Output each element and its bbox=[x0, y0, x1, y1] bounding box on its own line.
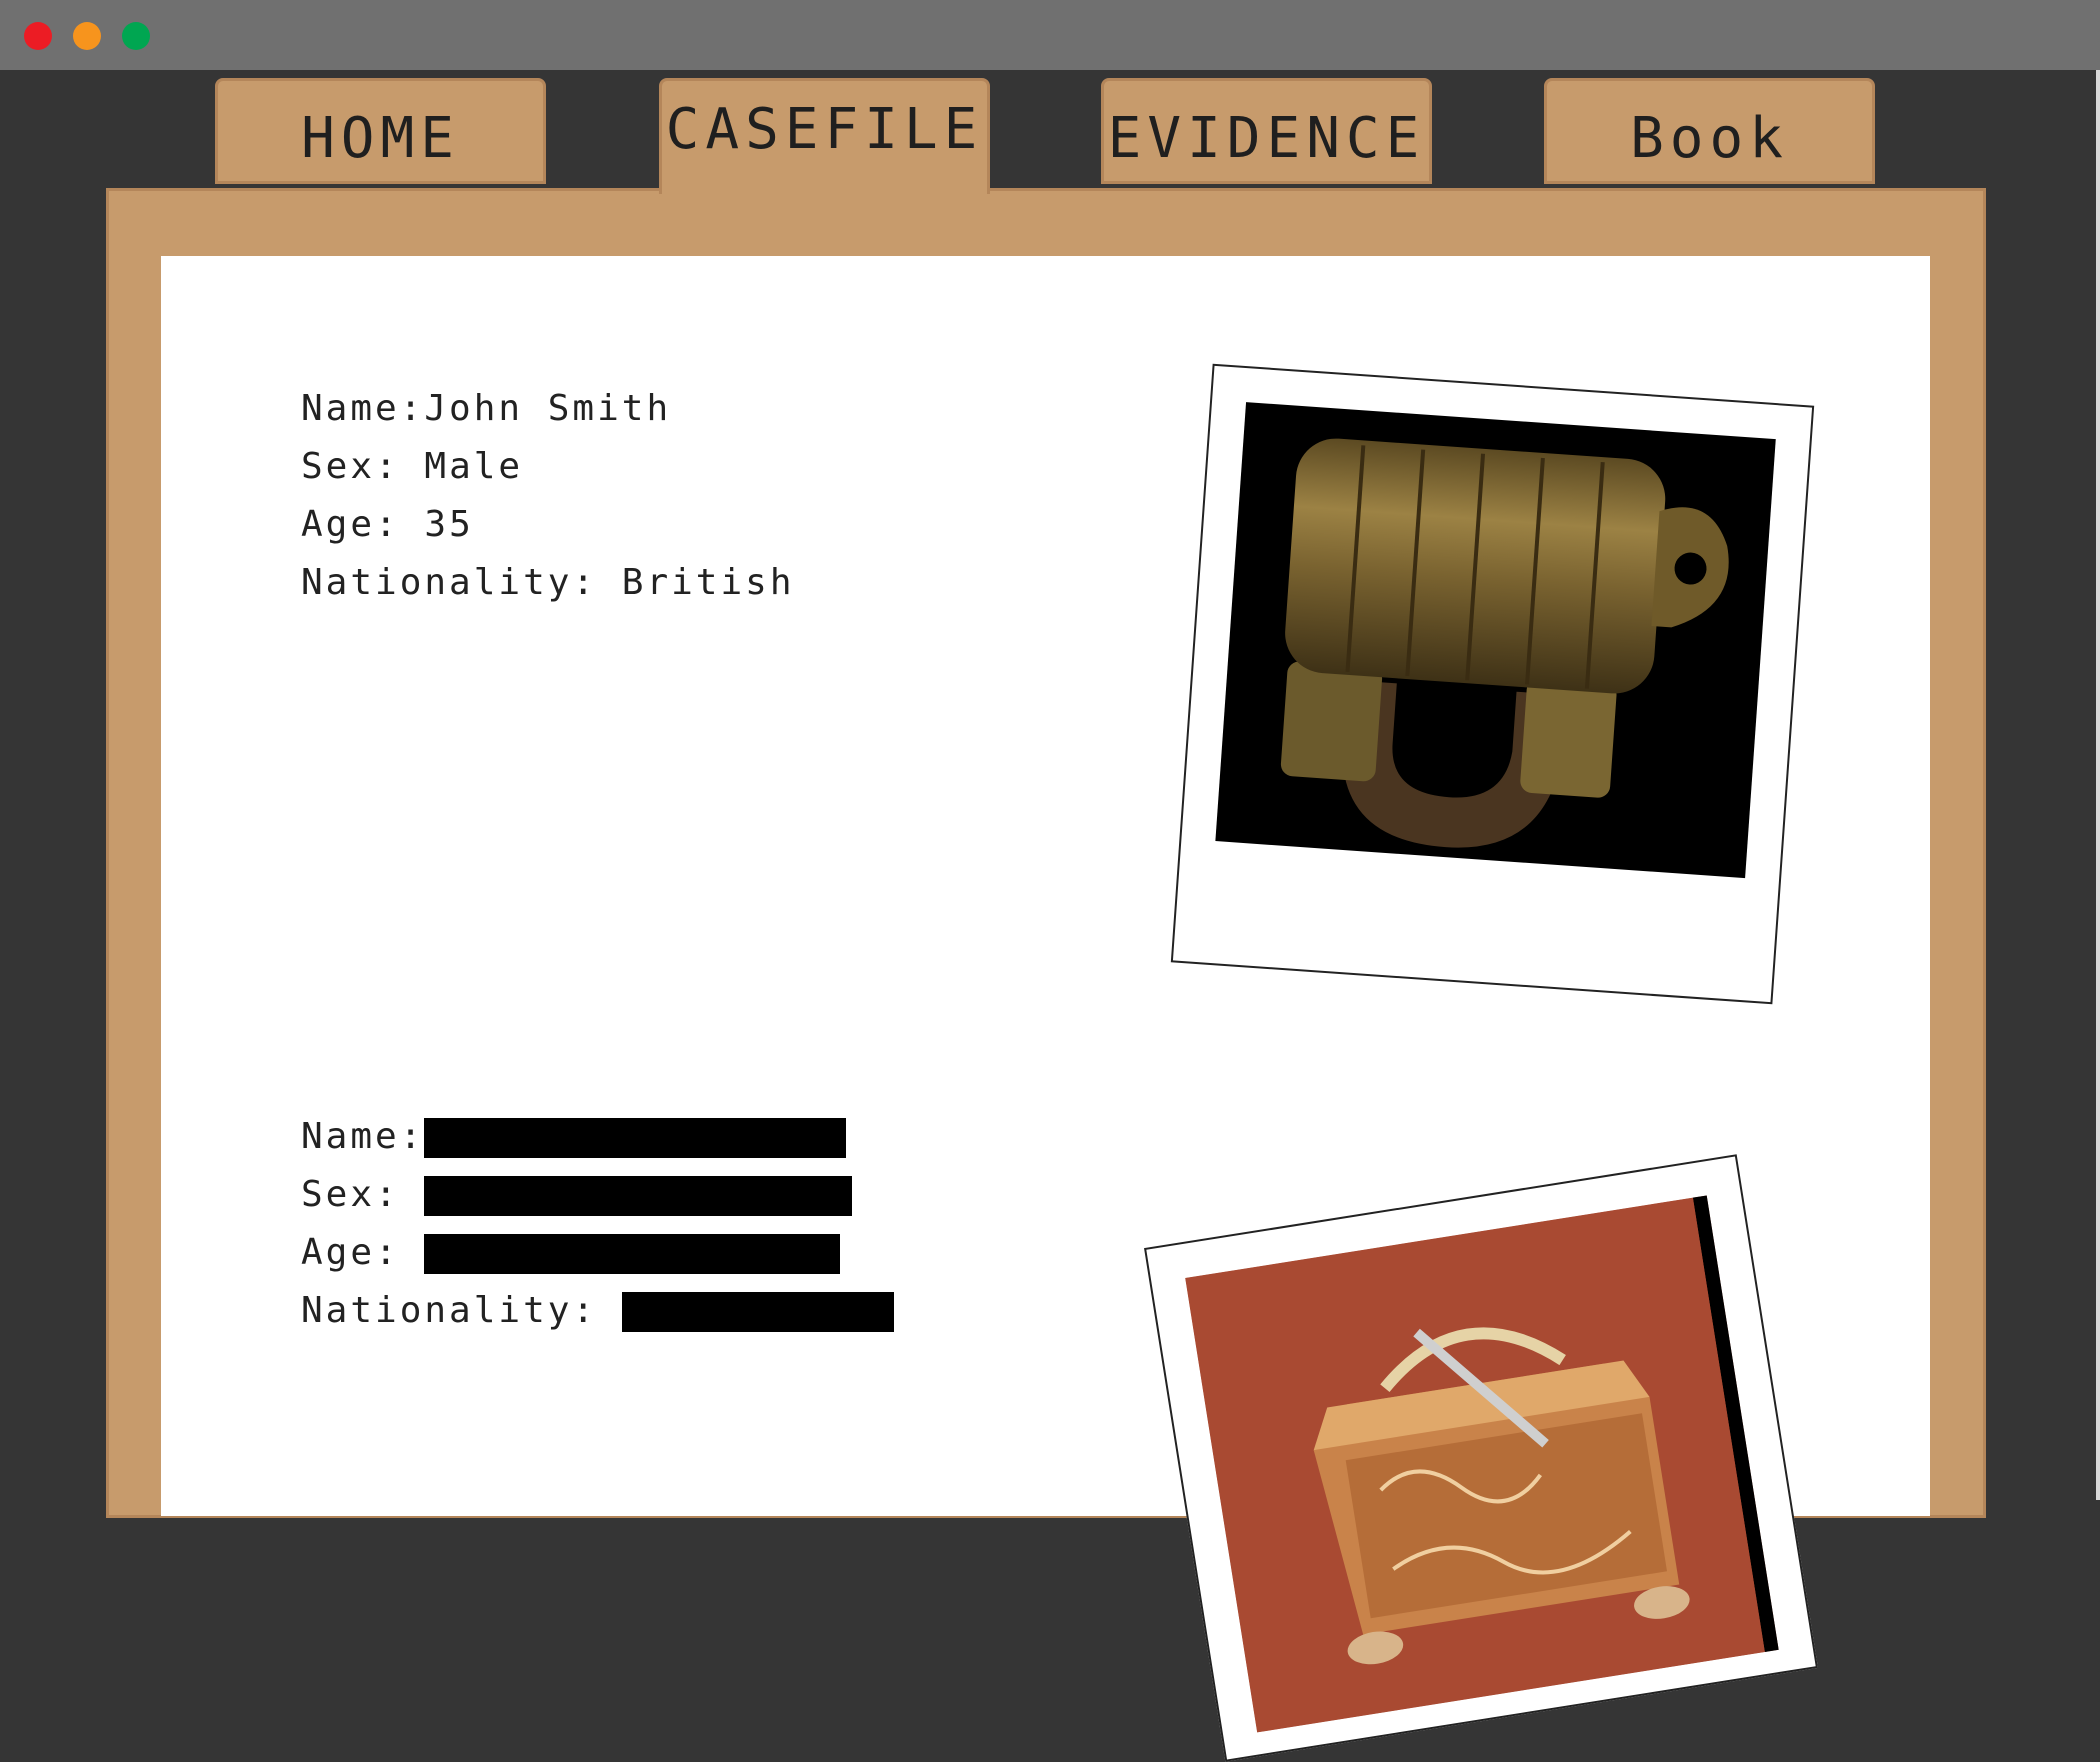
tab-home[interactable]: HOME bbox=[215, 78, 546, 184]
redacted-name-bar bbox=[424, 1118, 847, 1158]
unknown-photo-polaroid[interactable] bbox=[1144, 1154, 1818, 1762]
name-row: Name: bbox=[301, 1108, 894, 1166]
age-row: Age: bbox=[301, 1224, 894, 1282]
name-value: John Smith bbox=[424, 388, 672, 429]
casefile-page: Name:John Smith Sex: Male Age: 35 Nation… bbox=[161, 256, 1930, 1762]
maximize-window-button[interactable] bbox=[122, 22, 150, 50]
scrollbar[interactable] bbox=[2096, 70, 2100, 1500]
tab-home-label: HOME bbox=[301, 105, 460, 171]
sex-row: Sex: Male bbox=[301, 438, 795, 496]
unknown-profile: Name: Sex: Age: Nationality: bbox=[301, 1108, 894, 1340]
window-titlebar bbox=[0, 0, 2100, 70]
redacted-sex-bar bbox=[424, 1176, 853, 1216]
tab-evidence-label: EVIDENCE bbox=[1107, 105, 1426, 171]
jewelry-box-photo bbox=[1185, 1195, 1779, 1733]
name-label: Name: bbox=[301, 1116, 425, 1157]
nationality-row: Nationality: British bbox=[301, 554, 795, 612]
sex-row: Sex: bbox=[301, 1166, 894, 1224]
nationality-label: Nationality: bbox=[301, 1290, 598, 1331]
sex-value: Male bbox=[424, 446, 524, 487]
age-label: Age: bbox=[301, 504, 400, 545]
sex-label: Sex: bbox=[301, 1174, 400, 1215]
tab-casefile[interactable]: CASEFILE bbox=[659, 78, 990, 194]
tab-evidence[interactable]: EVIDENCE bbox=[1101, 78, 1432, 184]
nationality-label: Nationality: bbox=[301, 562, 598, 603]
padlock-photo bbox=[1215, 402, 1776, 879]
suspect-profile: Name:John Smith Sex: Male Age: 35 Nation… bbox=[301, 380, 795, 612]
age-label: Age: bbox=[301, 1232, 400, 1273]
nationality-value: British bbox=[621, 562, 795, 603]
age-row: Age: 35 bbox=[301, 496, 795, 554]
sex-label: Sex: bbox=[301, 446, 400, 487]
name-label: Name: bbox=[301, 388, 425, 429]
age-value: 35 bbox=[424, 504, 474, 545]
close-window-button[interactable] bbox=[24, 22, 52, 50]
tab-book-label: Book bbox=[1630, 105, 1789, 171]
padlock-image bbox=[1280, 438, 1729, 848]
nationality-row: Nationality: bbox=[301, 1282, 894, 1340]
suspect-photo-polaroid[interactable] bbox=[1170, 363, 1815, 1005]
minimize-window-button[interactable] bbox=[73, 22, 101, 50]
tab-book[interactable]: Book bbox=[1544, 78, 1875, 184]
jewelry-box-image bbox=[1185, 1197, 1769, 1733]
tab-casefile-label: CASEFILE bbox=[665, 97, 984, 162]
name-row: Name:John Smith bbox=[301, 380, 795, 438]
redacted-age-bar bbox=[424, 1234, 841, 1274]
redacted-nationality-bar bbox=[621, 1292, 894, 1332]
